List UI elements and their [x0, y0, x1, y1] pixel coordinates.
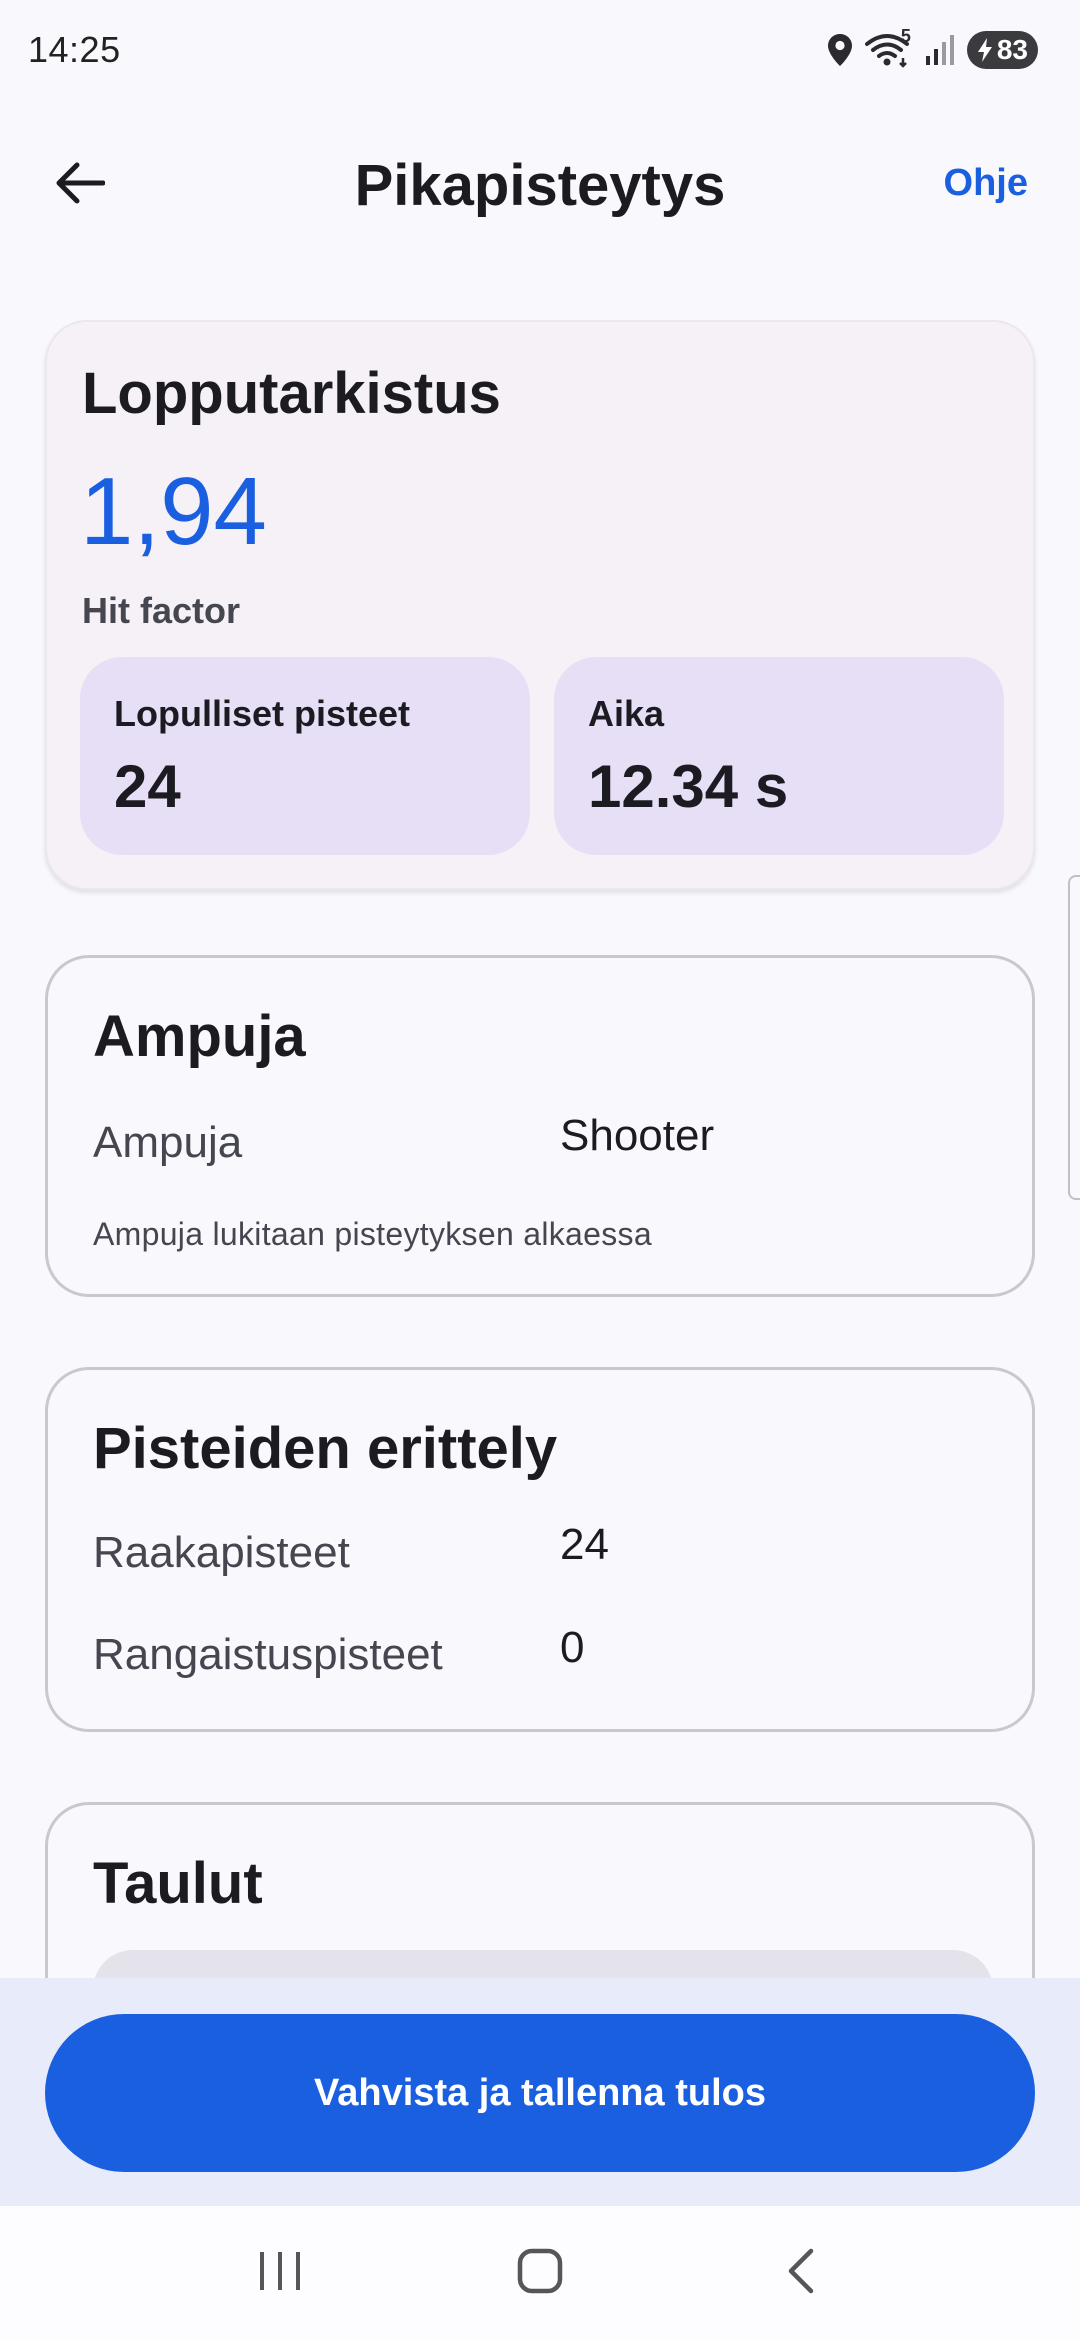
- home-icon: [516, 2247, 564, 2300]
- final-points-box: Lopulliset pisteet 24: [80, 657, 530, 855]
- shooter-card: Ampuja Ampuja Shooter Ampuja lukitaan pi…: [45, 955, 1035, 1297]
- bottom-action-bar: Vahvista ja tallenna tulos: [0, 1978, 1080, 2206]
- recent-apps-icon: [257, 2249, 303, 2298]
- status-icons: 5 83: [827, 26, 1038, 69]
- signal-icon: [925, 34, 955, 66]
- shooter-value[interactable]: Shooter: [560, 1111, 714, 1161]
- hit-factor-value: 1,94: [80, 458, 267, 565]
- screen: 14:25 5 83 Pikapisteytys Ohje Lopputarki…: [0, 0, 1080, 2340]
- final-points-label: Lopulliset pisteet: [114, 693, 411, 734]
- battery-charging-icon: 83: [966, 31, 1038, 69]
- arrow-back-icon: [55, 161, 106, 210]
- summary-card: Lopputarkistus 1,94 Hit factor Lopullise…: [45, 320, 1035, 890]
- time-label: Aika: [588, 693, 665, 734]
- time-value: 12.34 s: [588, 753, 789, 820]
- shooter-label: Ampuja: [93, 1118, 243, 1167]
- hit-factor-label: Hit factor: [82, 590, 241, 631]
- battery-level: 83: [996, 34, 1028, 65]
- breakdown-title: Pisteiden erittely: [93, 1416, 558, 1481]
- help-button[interactable]: Ohje: [944, 162, 1028, 205]
- penalty-points-label: Rangaistuspisteet: [93, 1630, 443, 1679]
- shooter-hint: Ampuja lukitaan pisteytyksen alkaessa: [93, 1216, 652, 1252]
- home-button[interactable]: [490, 2223, 590, 2323]
- status-time: 14:25: [28, 29, 121, 70]
- confirm-save-button[interactable]: Vahvista ja tallenna tulos: [45, 2014, 1035, 2172]
- location-icon: [827, 33, 853, 67]
- raw-points-label: Raakapisteet: [93, 1528, 350, 1577]
- recent-apps-button[interactable]: [230, 2223, 330, 2323]
- system-back-button[interactable]: [750, 2223, 850, 2323]
- penalty-points-value: 0: [560, 1623, 585, 1672]
- back-icon: [783, 2247, 817, 2300]
- time-box: Aika 12.34 s: [554, 657, 1004, 855]
- scrollbar[interactable]: [1068, 875, 1080, 1200]
- status-bar: 14:25 5 83: [0, 0, 1080, 100]
- shooter-card-title: Ampuja: [93, 1004, 306, 1069]
- targets-title: Taulut: [93, 1851, 263, 1916]
- back-button[interactable]: [40, 150, 120, 220]
- top-app-bar: Pikapisteytys Ohje: [0, 120, 1080, 250]
- raw-points-value: 24: [560, 1520, 609, 1569]
- points-breakdown-card: Pisteiden erittely Raakapisteet 24 Ranga…: [45, 1367, 1035, 1732]
- wifi-badge: 5: [900, 26, 911, 46]
- final-points-value: 24: [114, 753, 181, 820]
- page-title: Pikapisteytys: [354, 152, 726, 218]
- system-nav-bar: [0, 2206, 1080, 2340]
- summary-title: Lopputarkistus: [82, 361, 501, 426]
- wifi-icon: 5: [864, 26, 913, 68]
